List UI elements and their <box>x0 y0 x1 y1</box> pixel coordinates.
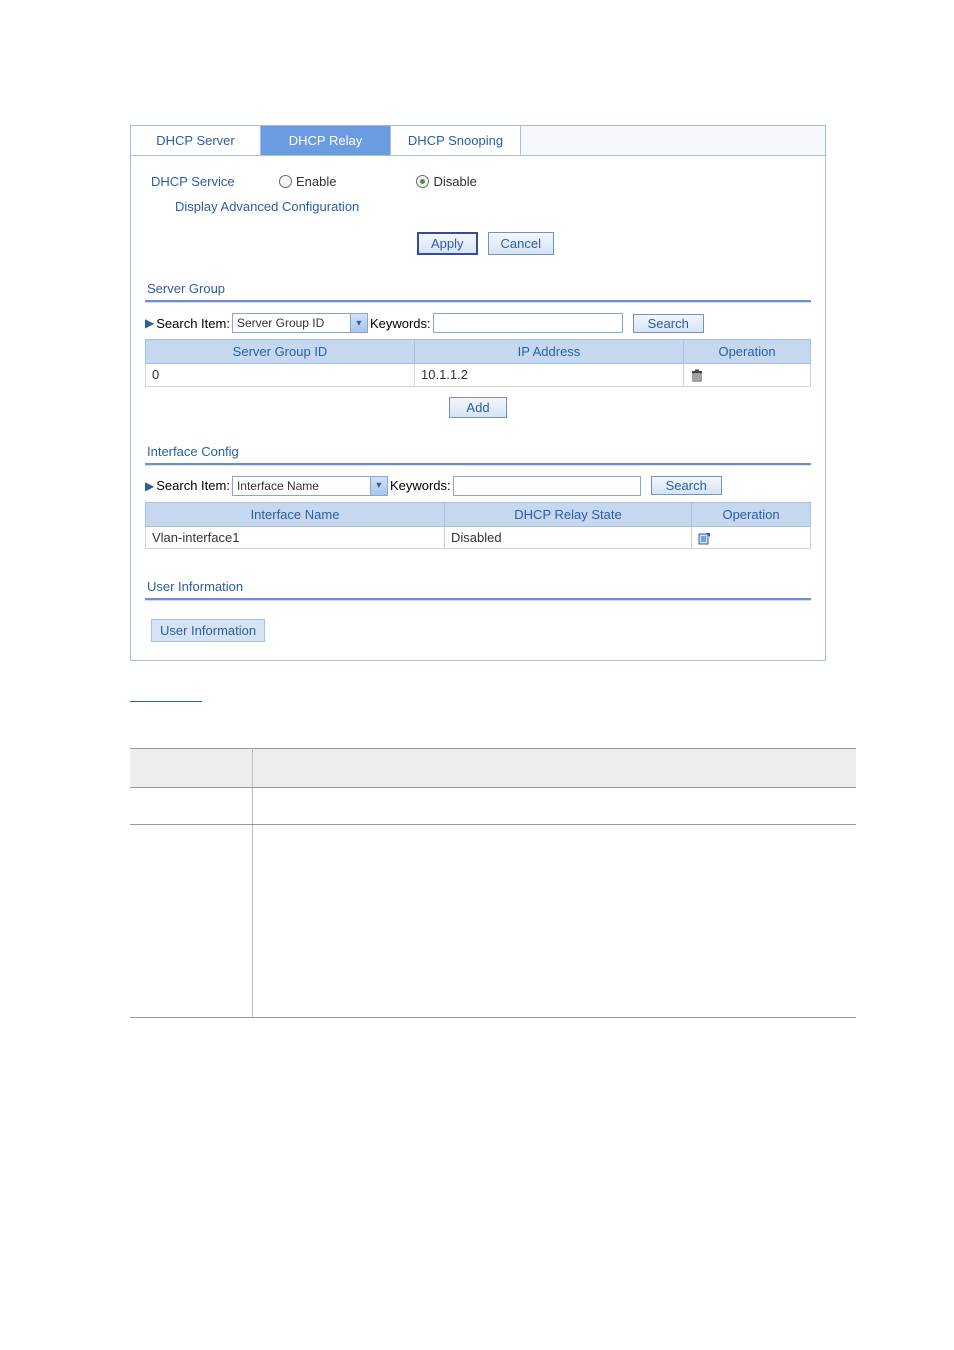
chevron-down-icon: ▾ <box>350 314 367 332</box>
sg-row-id: 0 <box>146 364 415 387</box>
ic-col-op[interactable]: Operation <box>692 502 811 526</box>
user-information-title: User Information <box>145 575 811 598</box>
server-group-rule <box>145 300 811 303</box>
radio-disable[interactable]: Disable <box>416 174 476 189</box>
user-information-button[interactable]: User Information <box>151 619 265 642</box>
sg-col-ip[interactable]: IP Address <box>415 340 684 364</box>
apply-cancel-row: Apply Cancel <box>145 232 811 277</box>
dhcp-service-row: DHCP Service Enable Disable <box>145 166 811 193</box>
radio-enable[interactable]: Enable <box>279 174 336 189</box>
sg-row-ip: 10.1.1.2 <box>415 364 684 387</box>
add-button[interactable]: Add <box>449 397 507 418</box>
ic-row-name: Vlan-interface1 <box>146 526 445 549</box>
interface-config-search-row: ▶ Search Item: Interface Name ▾ Keywords… <box>145 476 811 496</box>
tab-bar-rest <box>521 125 825 155</box>
sg-col-op[interactable]: Operation <box>684 340 811 364</box>
interface-config-title: Interface Config <box>145 440 811 463</box>
tab-dhcp-snooping[interactable]: DHCP Snooping <box>391 125 521 155</box>
radio-disable-label: Disable <box>433 174 476 189</box>
sg-keywords-input[interactable] <box>433 313 623 333</box>
server-group-title: Server Group <box>145 277 811 300</box>
radio-enable-label: Enable <box>296 174 336 189</box>
cancel-button[interactable]: Cancel <box>488 232 554 255</box>
tab-dhcp-server[interactable]: DHCP Server <box>131 125 261 155</box>
gen-col-1 <box>130 749 253 788</box>
table-row: Vlan-interface1 Disabled <box>146 526 811 549</box>
trash-icon[interactable] <box>690 369 704 383</box>
server-group-search-row: ▶ Search Item: Server Group ID ▾ Keyword… <box>145 313 811 333</box>
generic-table <box>130 748 856 1018</box>
ic-row-state: Disabled <box>445 526 692 549</box>
sg-keywords-label: Keywords: <box>370 316 431 331</box>
ic-search-item-value: Interface Name <box>237 479 319 493</box>
ic-search-button[interactable]: Search <box>651 476 722 495</box>
tab-bar: DHCP Server DHCP Relay DHCP Snooping <box>131 125 825 156</box>
apply-button[interactable]: Apply <box>417 232 478 255</box>
sg-search-item-select[interactable]: Server Group ID ▾ <box>232 313 368 333</box>
arrow-right-icon: ▶ <box>145 479 154 493</box>
ic-col-state[interactable]: DHCP Relay State <box>445 502 692 526</box>
server-group-table: Server Group ID IP Address Operation 0 1… <box>145 339 811 387</box>
display-advanced-config-link[interactable]: Display Advanced Configuration <box>145 199 811 214</box>
sg-search-item-label: Search Item: <box>156 316 230 331</box>
interface-config-rule <box>145 463 811 466</box>
table-row <box>130 825 856 1018</box>
ic-search-item-select[interactable]: Interface Name ▾ <box>232 476 388 496</box>
ic-col-name[interactable]: Interface Name <box>146 502 445 526</box>
gen-col-2 <box>253 749 857 788</box>
ic-search-item-label: Search Item: <box>156 478 230 493</box>
interface-config-table: Interface Name DHCP Relay State Operatio… <box>145 502 811 550</box>
link-underline[interactable] <box>130 701 202 702</box>
table-row <box>130 788 856 825</box>
tab-dhcp-relay[interactable]: DHCP Relay <box>261 125 391 155</box>
user-information-rule <box>145 598 811 601</box>
sg-search-button[interactable]: Search <box>633 314 704 333</box>
dhcp-service-label: DHCP Service <box>151 174 275 189</box>
dhcp-relay-panel: DHCP Server DHCP Relay DHCP Snooping DHC… <box>130 125 826 661</box>
radio-disable-circle <box>416 175 429 188</box>
chevron-down-icon: ▾ <box>370 477 387 495</box>
ic-keywords-label: Keywords: <box>390 478 451 493</box>
sg-col-id[interactable]: Server Group ID <box>146 340 415 364</box>
sg-search-item-value: Server Group ID <box>237 316 324 330</box>
edit-icon[interactable] <box>698 531 712 545</box>
radio-enable-circle <box>279 175 292 188</box>
table-row: 0 10.1.1.2 <box>146 364 811 387</box>
ic-keywords-input[interactable] <box>453 476 641 496</box>
arrow-right-icon: ▶ <box>145 316 154 330</box>
